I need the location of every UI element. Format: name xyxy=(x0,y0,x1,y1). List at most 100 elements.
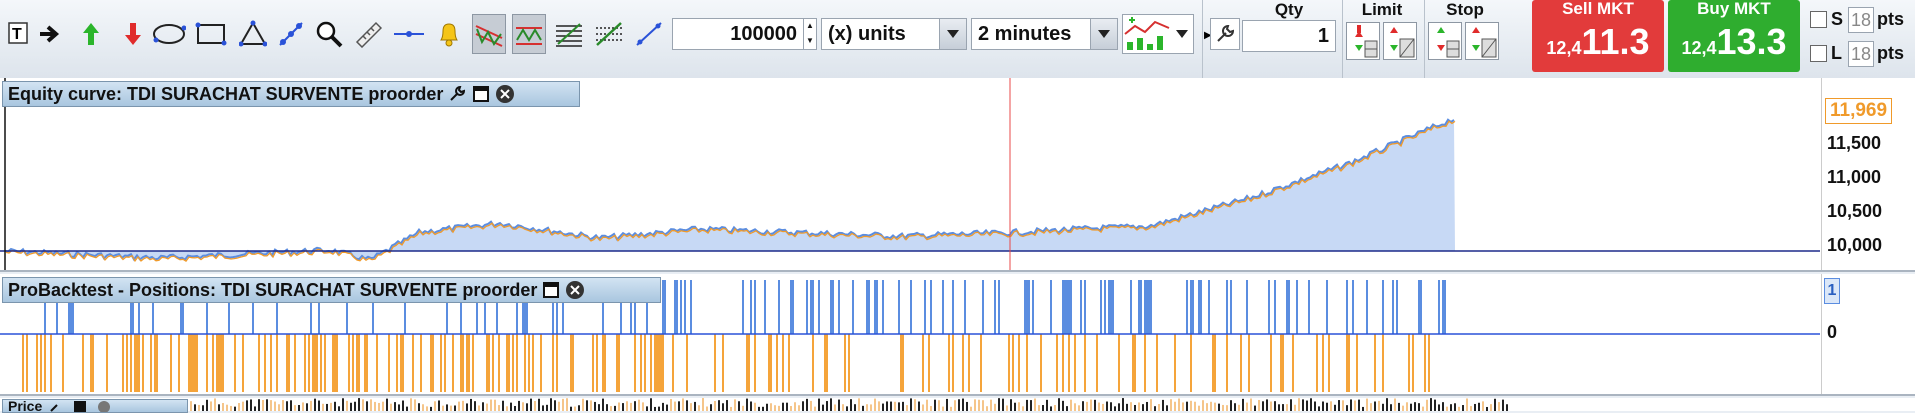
close-icon[interactable] xyxy=(94,400,114,412)
arrow-right-icon[interactable] xyxy=(34,14,68,54)
short-position-bar xyxy=(662,334,664,392)
price-candle xyxy=(618,402,620,411)
limit-points-unit: pts xyxy=(1877,43,1904,63)
long-position-bar xyxy=(496,302,498,334)
limit-buy-icon xyxy=(1355,25,1378,58)
stop-sell-button[interactable] xyxy=(1465,22,1499,60)
units-select[interactable]: (x) units xyxy=(821,18,967,50)
alert-bell-icon[interactable] xyxy=(432,14,466,54)
short-position-bar xyxy=(812,334,814,392)
price-candle xyxy=(1430,398,1432,411)
trend-channel-icon[interactable] xyxy=(512,14,546,54)
buy-arrow-icon[interactable] xyxy=(74,14,108,54)
long-position-bar xyxy=(806,280,808,334)
stepper-up-icon[interactable]: ▲ xyxy=(804,19,816,34)
long-position-bar xyxy=(1346,280,1348,334)
short-position-bar xyxy=(220,334,222,392)
short-position-bar xyxy=(1282,334,1284,392)
price-candle xyxy=(1134,404,1136,411)
price-candle xyxy=(1202,400,1204,411)
quantity-stepper[interactable]: ▲ ▼ xyxy=(803,19,816,49)
price-candle xyxy=(1238,404,1240,411)
stop-buy-button[interactable] xyxy=(1428,22,1462,60)
ruler-icon[interactable] xyxy=(352,14,386,54)
order-settings-button[interactable] xyxy=(1210,18,1240,50)
price-candle xyxy=(250,399,252,411)
stepper-down-icon[interactable]: ▼ xyxy=(804,34,816,49)
price-candle xyxy=(354,401,356,411)
close-icon[interactable] xyxy=(565,280,585,300)
limit-sell-button[interactable] xyxy=(1383,22,1417,60)
timeframe-select[interactable]: 2 minutes xyxy=(971,18,1118,50)
sell-market-button[interactable]: Sell MKT 12,4 11.3 xyxy=(1532,0,1664,72)
price-candle xyxy=(818,398,820,411)
short-position-bar xyxy=(616,334,618,392)
price-candle xyxy=(1406,402,1408,411)
wrench-icon[interactable] xyxy=(447,84,467,104)
price-candle xyxy=(1378,400,1380,411)
short-position-bar xyxy=(768,334,770,392)
line-icon[interactable] xyxy=(632,14,666,54)
text-tool-icon[interactable]: T xyxy=(2,14,36,54)
long-position-bar xyxy=(742,280,744,334)
short-position-bar xyxy=(170,334,172,392)
short-position-bar xyxy=(722,334,724,392)
price-candle xyxy=(1314,401,1316,411)
window-icon[interactable] xyxy=(70,400,90,412)
short-position-bar xyxy=(1174,334,1176,392)
short-position-bar xyxy=(516,334,518,392)
price-candle xyxy=(1210,401,1212,411)
axis-tick: 11,000 xyxy=(1827,167,1882,187)
regression-icon[interactable] xyxy=(592,14,626,54)
fibonacci-icon[interactable] xyxy=(552,14,586,54)
qty-input[interactable]: 1 xyxy=(1242,20,1336,52)
horizontal-line-icon[interactable] xyxy=(392,14,426,54)
price-candle xyxy=(502,400,504,411)
short-position-bar xyxy=(1270,334,1272,392)
stop-checkbox[interactable] xyxy=(1810,11,1827,28)
price-candle xyxy=(1322,401,1324,411)
price-candle xyxy=(1450,404,1452,411)
backtest-button[interactable] xyxy=(1122,14,1194,54)
price-candle xyxy=(306,403,308,411)
price-chart[interactable] xyxy=(0,398,1820,411)
price-candle xyxy=(606,404,608,411)
price-candle xyxy=(1102,403,1104,411)
triangle-icon[interactable] xyxy=(236,14,270,54)
close-icon[interactable] xyxy=(495,84,515,104)
wrench-icon[interactable] xyxy=(46,400,66,412)
price-candle xyxy=(322,403,324,411)
price-candle xyxy=(350,402,352,411)
window-icon[interactable] xyxy=(541,280,561,300)
line-points-icon[interactable] xyxy=(274,14,308,54)
price-candle xyxy=(498,405,500,411)
sell-arrow-icon[interactable] xyxy=(116,14,150,54)
long-position-bar xyxy=(1024,280,1026,334)
price-candle xyxy=(1198,405,1200,411)
limit-buy-button[interactable] xyxy=(1346,22,1380,60)
zoom-icon[interactable] xyxy=(312,14,346,54)
price-candle xyxy=(1438,404,1440,411)
rectangle-icon[interactable] xyxy=(194,14,228,54)
chevron-down-icon[interactable] xyxy=(1175,29,1189,39)
price-candle xyxy=(334,401,336,411)
ellipse-icon[interactable] xyxy=(152,14,186,54)
short-position-bar xyxy=(366,334,368,392)
price-candle xyxy=(446,404,448,411)
chevron-down-icon[interactable] xyxy=(939,19,966,49)
price-candle xyxy=(582,398,584,411)
stop-points-input[interactable]: 18 xyxy=(1848,7,1874,33)
limit-checkbox[interactable] xyxy=(1810,45,1827,62)
price-candle xyxy=(854,404,856,411)
quantity-field[interactable]: 100000 ▲ ▼ xyxy=(672,18,817,50)
limit-points-input[interactable]: 18 xyxy=(1848,41,1874,67)
buy-market-button[interactable]: Buy MKT 12,4 13.3 xyxy=(1668,0,1800,72)
price-candle xyxy=(946,398,948,411)
chevron-down-icon[interactable] xyxy=(1090,19,1117,49)
short-position-bar xyxy=(36,334,38,392)
short-position-bar xyxy=(420,334,422,392)
window-icon[interactable] xyxy=(471,84,491,104)
price-candle xyxy=(194,404,196,411)
trend-down-icon[interactable] xyxy=(472,14,506,54)
long-position-bar xyxy=(180,302,182,334)
